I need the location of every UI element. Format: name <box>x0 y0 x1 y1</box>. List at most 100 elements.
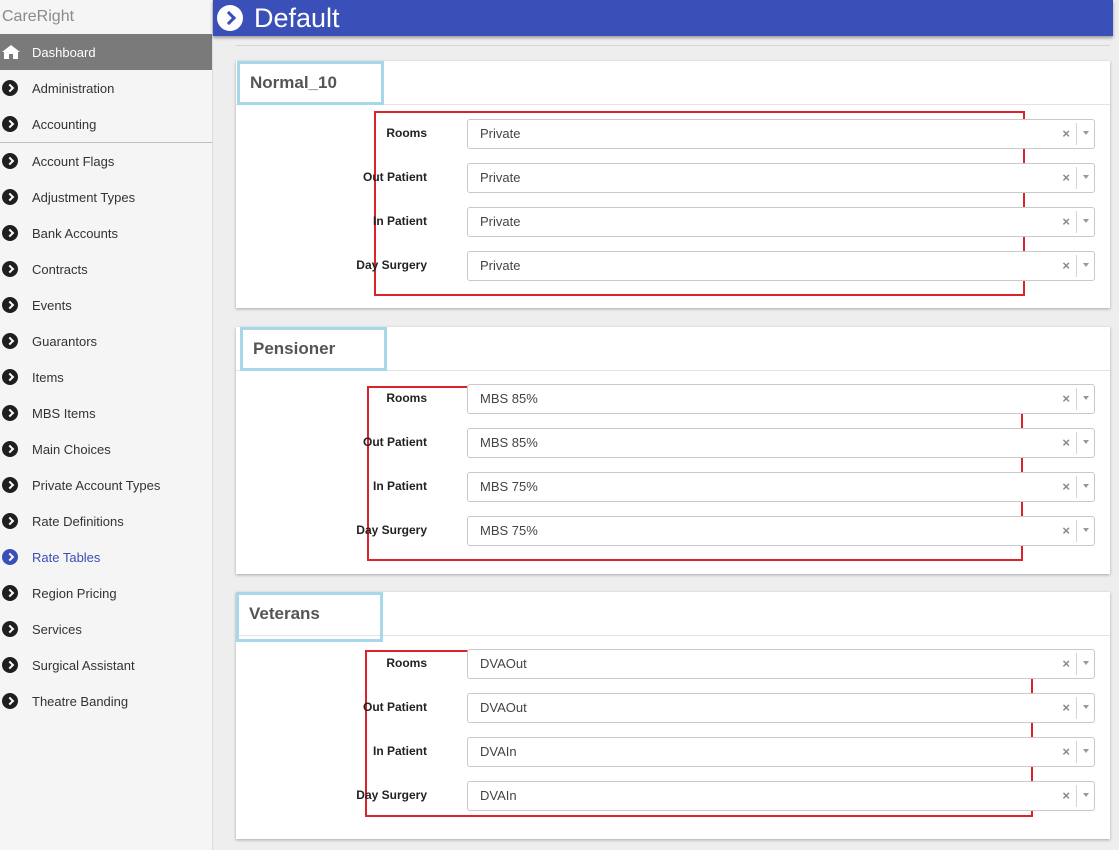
in-patient-select[interactable]: MBS 75% × <box>467 472 1095 502</box>
chevron-down-icon[interactable] <box>1083 793 1089 797</box>
clear-icon[interactable]: × <box>1062 170 1070 185</box>
sidebar-item-adjustment-types[interactable]: Adjustment Types <box>0 179 212 215</box>
select-separator <box>1076 653 1077 675</box>
sidebar-item-mbs-items[interactable]: MBS Items <box>0 395 212 431</box>
page-title: Default <box>254 2 340 33</box>
clear-icon[interactable]: × <box>1062 391 1070 406</box>
sidebar-item-label: Items <box>32 369 64 385</box>
sidebar-item-guarantors[interactable]: Guarantors <box>0 323 212 359</box>
chevron-down-icon[interactable] <box>1083 749 1089 753</box>
out-patient-select[interactable]: Private × <box>467 163 1095 193</box>
select-value: DVAOut <box>480 700 527 715</box>
panel-header: Veterans <box>236 592 1110 642</box>
chevron-down-icon[interactable] <box>1083 528 1089 532</box>
rate-panel-pensioner: Pensioner Rooms MBS 85% × Out Patient MB… <box>236 327 1110 574</box>
sidebar-item-services[interactable]: Services <box>0 611 212 647</box>
form-row-rooms: Rooms Private × <box>236 119 1096 149</box>
chevron-circle-right-icon <box>2 153 18 169</box>
chevron-down-icon[interactable] <box>1083 440 1089 444</box>
sidebar-item-rate-definitions[interactable]: Rate Definitions <box>0 503 212 539</box>
clear-icon[interactable]: × <box>1062 788 1070 803</box>
sidebar-item-label: Events <box>32 297 72 313</box>
sidebar-item-surgical-assistant[interactable]: Surgical Assistant <box>0 647 212 683</box>
chevron-circle-right-icon <box>2 116 18 132</box>
sidebar-item-label: Dashboard <box>32 44 96 60</box>
in-patient-select[interactable]: Private × <box>467 207 1095 237</box>
select-value: DVAIn <box>480 744 517 759</box>
field-label: Day Surgery <box>356 523 427 537</box>
sidebar-item-events[interactable]: Events <box>0 287 212 323</box>
clear-icon[interactable]: × <box>1062 258 1070 273</box>
chevron-down-icon[interactable] <box>1083 175 1089 179</box>
chevron-circle-right-icon <box>2 477 18 493</box>
field-label: Rooms <box>386 656 427 670</box>
chevron-down-icon[interactable] <box>1083 131 1089 135</box>
form-row-in-patient: In Patient MBS 75% × <box>236 472 1096 502</box>
chevron-circle-right-icon <box>2 261 18 277</box>
form-row-day-surgery: Day Surgery DVAIn × <box>236 781 1096 811</box>
day-surgery-select[interactable]: DVAIn × <box>467 781 1095 811</box>
sidebar-item-rate-tables[interactable]: Rate Tables <box>0 539 212 575</box>
page-header: Default <box>213 0 1113 36</box>
chevron-circle-right-icon <box>2 80 18 96</box>
clear-icon[interactable]: × <box>1062 700 1070 715</box>
field-label: Day Surgery <box>356 258 427 272</box>
form-row-day-surgery: Day Surgery MBS 75% × <box>236 516 1096 546</box>
sidebar-item-label: Accounting <box>32 116 97 132</box>
chevron-down-icon[interactable] <box>1083 396 1089 400</box>
panel-title: Pensioner <box>240 327 387 371</box>
sidebar-item-region-pricing[interactable]: Region Pricing <box>0 575 212 611</box>
sidebar-item-items[interactable]: Items <box>0 359 212 395</box>
select-value: MBS 75% <box>480 479 538 494</box>
chevron-down-icon[interactable] <box>1083 484 1089 488</box>
chevron-circle-right-icon <box>2 333 18 349</box>
sidebar-item-contracts[interactable]: Contracts <box>0 251 212 287</box>
clear-icon[interactable]: × <box>1062 126 1070 141</box>
clear-icon[interactable]: × <box>1062 214 1070 229</box>
panel-title: Normal_10 <box>237 61 384 105</box>
chevron-down-icon[interactable] <box>1083 705 1089 709</box>
clear-icon[interactable]: × <box>1062 479 1070 494</box>
chevron-circle-right-icon <box>2 189 18 205</box>
sidebar-item-dashboard[interactable]: Dashboard <box>0 34 212 70</box>
chevron-down-icon[interactable] <box>1083 661 1089 665</box>
field-label: In Patient <box>372 479 427 493</box>
sidebar-item-theatre-banding[interactable]: Theatre Banding <box>0 683 212 719</box>
sidebar-item-main-choices[interactable]: Main Choices <box>0 431 212 467</box>
sidebar-item-account-flags[interactable]: Account Flags <box>0 143 212 179</box>
select-value: Private <box>480 258 521 273</box>
day-surgery-select[interactable]: MBS 75% × <box>467 516 1095 546</box>
sidebar-item-accounting[interactable]: Accounting <box>0 106 212 142</box>
rooms-select[interactable]: DVAOut × <box>467 649 1095 679</box>
form-row-out-patient: Out Patient DVAOut × <box>236 693 1096 723</box>
sidebar-item-label: Rate Tables <box>32 549 101 565</box>
select-separator <box>1076 476 1077 498</box>
select-separator <box>1076 432 1077 454</box>
chevron-circle-right-icon <box>2 513 18 529</box>
sidebar-item-administration[interactable]: Administration <box>0 70 212 106</box>
in-patient-select[interactable]: DVAIn × <box>467 737 1095 767</box>
home-icon <box>2 45 20 59</box>
select-value: MBS 85% <box>480 391 538 406</box>
day-surgery-select[interactable]: Private × <box>467 251 1095 281</box>
rooms-select[interactable]: MBS 85% × <box>467 384 1095 414</box>
clear-icon[interactable]: × <box>1062 435 1070 450</box>
chevron-down-icon[interactable] <box>1083 219 1089 223</box>
panel-header: Normal_10 <box>236 61 1110 105</box>
clear-icon[interactable]: × <box>1062 523 1070 538</box>
sidebar-item-bank-accounts[interactable]: Bank Accounts <box>0 215 212 251</box>
out-patient-select[interactable]: DVAOut × <box>467 693 1095 723</box>
chevron-circle-right-icon <box>2 693 18 709</box>
clear-icon[interactable]: × <box>1062 744 1070 759</box>
clear-icon[interactable]: × <box>1062 656 1070 671</box>
chevron-circle-right-icon <box>2 549 18 565</box>
sidebar-item-label: Main Choices <box>32 441 111 457</box>
chevron-down-icon[interactable] <box>1083 263 1089 267</box>
out-patient-select[interactable]: MBS 85% × <box>467 428 1095 458</box>
sidebar-item-private-account-types[interactable]: Private Account Types <box>0 467 212 503</box>
select-value: Private <box>480 170 521 185</box>
form-row-rooms: Rooms DVAOut × <box>236 649 1096 679</box>
field-label: In Patient <box>372 214 427 228</box>
rooms-select[interactable]: Private × <box>467 119 1095 149</box>
sidebar-item-label: Contracts <box>32 261 88 277</box>
